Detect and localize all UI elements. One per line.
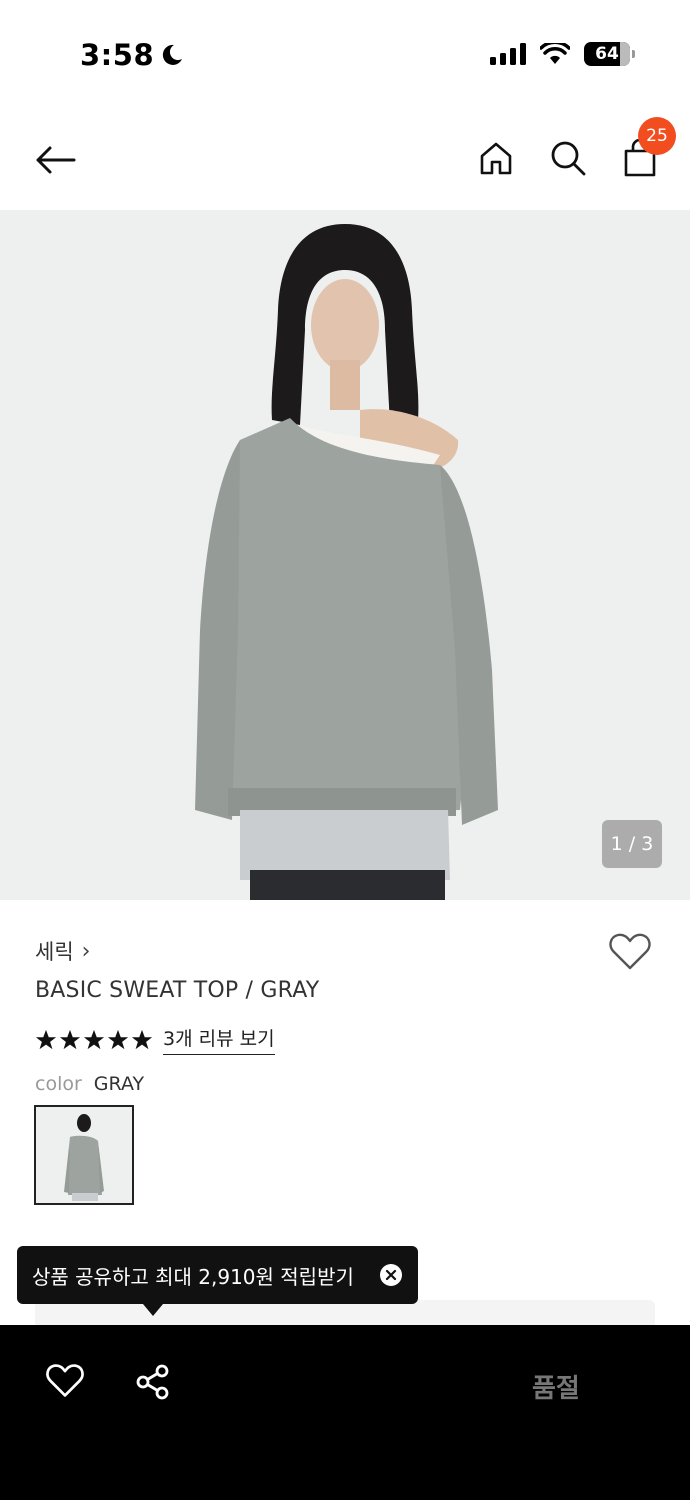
search-button[interactable]	[546, 136, 590, 180]
share-reward-tooltip: 상품 공유하고 최대 2,910원 적립받기	[17, 1246, 418, 1316]
share-icon	[136, 1364, 169, 1400]
home-button[interactable]	[474, 136, 518, 180]
color-swatch-gray[interactable]	[34, 1105, 134, 1205]
star-icon	[107, 1029, 129, 1049]
tooltip-text: 상품 공유하고 최대 2,910원 적립받기	[32, 1264, 354, 1289]
battery-level: 64	[595, 44, 619, 64]
color-value: GRAY	[93, 1073, 145, 1095]
star-icon	[35, 1029, 57, 1049]
wifi-icon	[540, 43, 570, 64]
clock-text: 3:58	[80, 38, 155, 72]
battery-icon: 64	[584, 42, 635, 66]
brand-link[interactable]: 세릭 ›	[35, 936, 90, 966]
product-image-gallery[interactable]: 1 / 3	[0, 210, 690, 900]
star-rating	[35, 1029, 153, 1051]
status-icons: 64	[490, 42, 635, 66]
brand-name: 세릭	[35, 940, 74, 964]
heart-icon	[46, 1364, 84, 1397]
home-icon	[480, 142, 512, 175]
rating-row: 3개 리뷰 보기	[35, 1024, 275, 1055]
product-name: BASIC SWEAT TOP / GRAY	[35, 978, 320, 1003]
star-icon	[83, 1029, 105, 1049]
heart-icon	[609, 933, 651, 970]
color-row: color GRAY	[35, 1073, 144, 1095]
bottom-action-bar: 품절	[0, 1325, 690, 1500]
back-arrow-icon	[36, 146, 76, 174]
cart-count-badge: 25	[638, 117, 676, 155]
star-icon	[59, 1029, 81, 1049]
back-button[interactable]	[30, 138, 80, 182]
review-link[interactable]: 3개 리뷰 보기	[163, 1024, 275, 1055]
wishlist-button[interactable]	[608, 932, 656, 976]
close-icon	[385, 1269, 397, 1281]
moon-icon	[163, 44, 183, 65]
search-icon	[551, 141, 586, 176]
color-label: color	[35, 1073, 82, 1095]
signal-icon	[490, 43, 526, 65]
bottom-wishlist-button[interactable]	[45, 1363, 85, 1403]
star-icon	[131, 1029, 153, 1049]
product-photo	[0, 210, 690, 900]
status-bar: 3:58 64	[0, 0, 690, 110]
tooltip-close-button[interactable]	[380, 1264, 402, 1286]
sold-out-label: 품절	[532, 1374, 580, 1404]
share-button[interactable]	[134, 1363, 174, 1403]
top-nav-bar	[0, 110, 690, 210]
swatch-thumbnail	[36, 1107, 132, 1203]
image-counter: 1 / 3	[602, 820, 662, 868]
status-time: 3:58	[80, 38, 184, 72]
chevron-right-icon: ›	[81, 938, 91, 964]
